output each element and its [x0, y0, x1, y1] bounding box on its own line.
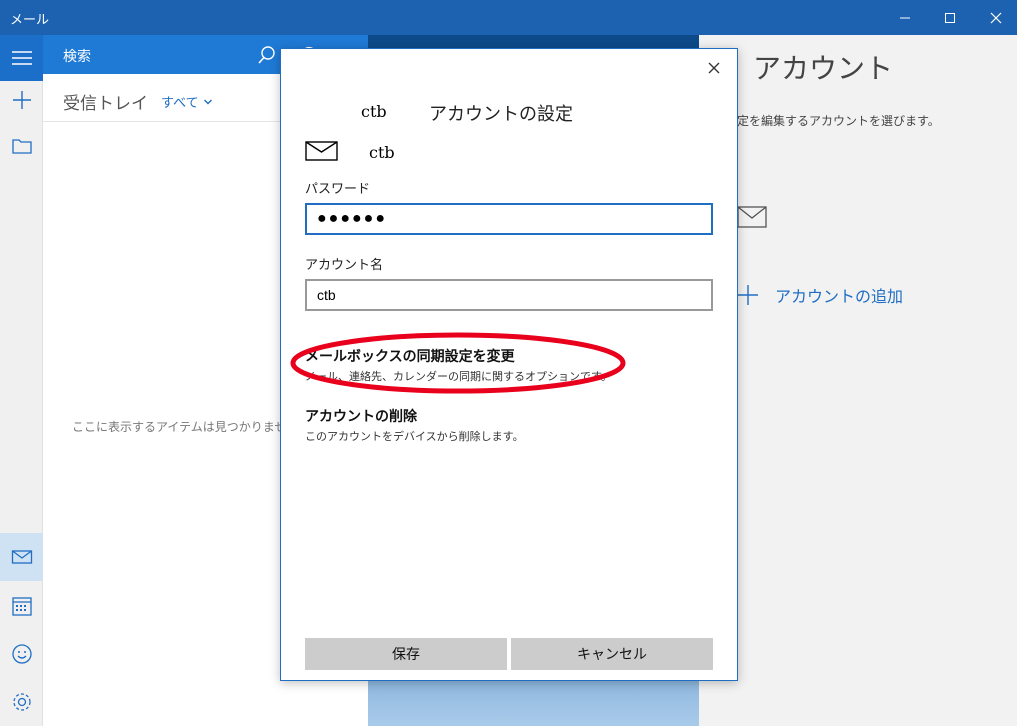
- delete-account-link[interactable]: アカウントの削除 このアカウントをデバイスから削除します。: [305, 406, 524, 444]
- sync-settings-title: メールボックスの同期設定を変更: [305, 349, 515, 365]
- mail-button[interactable]: [0, 533, 43, 581]
- accounts-title: アカウント: [753, 52, 894, 85]
- chevron-down-icon: [203, 99, 212, 104]
- maximize-button[interactable]: [927, 0, 973, 35]
- accounts-subtitle: 設定を編集するアカウントを選びます。: [725, 114, 940, 128]
- mail-icon: [305, 141, 338, 161]
- mail-icon[interactable]: [737, 206, 767, 228]
- maximize-icon: [945, 12, 955, 23]
- minimize-icon: [900, 17, 910, 18]
- empty-list-message: ここに表示するアイテムは見つかりません。: [72, 420, 302, 434]
- account-name-label: アカウント名: [305, 258, 384, 273]
- sync-settings-description: メール、連絡先、カレンダーの同期に関するオプションです。: [305, 370, 612, 383]
- smiley-icon: [11, 644, 32, 664]
- people-button[interactable]: [0, 631, 43, 677]
- gear-icon: [12, 693, 31, 711]
- close-icon: [990, 12, 1002, 23]
- accounts-panel: アカウント 設定を編集するアカウントを選びます。 アカウントの追加: [699, 35, 1017, 726]
- folders-button[interactable]: [0, 123, 43, 169]
- calendar-button[interactable]: [0, 583, 43, 629]
- minimize-button[interactable]: [882, 0, 928, 35]
- window-title: メール: [10, 13, 50, 28]
- search-label: 検索: [63, 49, 91, 65]
- settings-button[interactable]: [0, 679, 43, 725]
- close-icon: [708, 62, 720, 74]
- filter-label: すべて: [161, 96, 199, 111]
- account-settings-dialog: ctb アカウントの設定 ctb パスワード アカウント名 メールボックスの同期…: [280, 48, 738, 681]
- filter-dropdown[interactable]: すべて: [161, 92, 213, 111]
- password-field[interactable]: [305, 203, 713, 235]
- dialog-account-name: ctb: [361, 102, 387, 121]
- menu-button[interactable]: [0, 35, 43, 81]
- plus-icon: [12, 91, 31, 109]
- delete-account-title: アカウントの削除: [305, 409, 417, 425]
- mail-icon: [11, 550, 32, 564]
- password-label: パスワード: [305, 182, 371, 197]
- hamburger-icon: [11, 51, 32, 65]
- delete-account-description: このアカウントをデバイスから削除します。: [305, 430, 524, 443]
- save-button[interactable]: 保存: [305, 638, 507, 670]
- add-account-label: アカウントの追加: [775, 287, 904, 306]
- search-icon[interactable]: [256, 44, 278, 66]
- plus-icon: [738, 285, 758, 305]
- calendar-icon: [11, 597, 32, 616]
- dialog-title: アカウントの設定: [429, 104, 573, 125]
- folder-icon: [11, 139, 32, 154]
- add-account-button[interactable]: アカウントの追加: [737, 283, 903, 307]
- dialog-close-button[interactable]: [703, 57, 725, 79]
- left-nav-rail: [0, 35, 43, 726]
- account-name-field[interactable]: [305, 279, 713, 311]
- cancel-button[interactable]: キャンセル: [511, 638, 713, 670]
- change-sync-settings-link[interactable]: メールボックスの同期設定を変更 メール、連絡先、カレンダーの同期に関するオプショ…: [290, 332, 626, 394]
- new-mail-button[interactable]: [0, 77, 43, 123]
- inbox-title: 受信トレイ: [63, 94, 148, 114]
- title-bar: メール: [0, 0, 1017, 35]
- account-email: ctb: [369, 143, 395, 162]
- close-window-button[interactable]: [973, 0, 1017, 35]
